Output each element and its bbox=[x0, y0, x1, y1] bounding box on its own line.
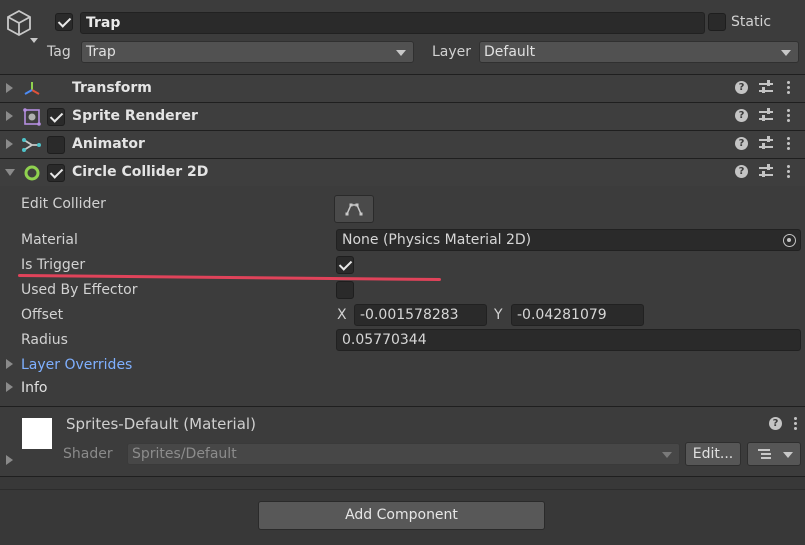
presets-icon[interactable] bbox=[759, 108, 773, 124]
component-header-transform[interactable]: Transform ? bbox=[0, 74, 805, 102]
sprite-renderer-enabled-checkbox[interactable] bbox=[47, 108, 65, 126]
help-icon[interactable]: ? bbox=[735, 137, 748, 150]
offset-x-field[interactable]: -0.001578283 bbox=[354, 304, 487, 326]
add-component-button[interactable]: Add Component bbox=[258, 501, 545, 530]
foldout-arrow-icon[interactable] bbox=[6, 359, 13, 369]
offset-label: Offset bbox=[21, 307, 64, 323]
presets-icon[interactable] bbox=[759, 164, 773, 180]
is-trigger-checkbox[interactable] bbox=[336, 256, 354, 274]
circle-collider-enabled-checkbox[interactable] bbox=[47, 164, 65, 182]
info-foldout[interactable]: Info bbox=[0, 378, 300, 398]
object-picker-icon[interactable] bbox=[783, 234, 796, 247]
animator-icon bbox=[22, 135, 42, 155]
material-name: Sprites-Default (Material) bbox=[66, 415, 256, 433]
presets-icon[interactable] bbox=[759, 136, 773, 152]
info-label: Info bbox=[21, 380, 48, 396]
help-icon[interactable]: ? bbox=[735, 109, 748, 122]
tag-value: Trap bbox=[86, 44, 116, 60]
divider bbox=[0, 489, 805, 490]
layer-value: Default bbox=[484, 44, 536, 60]
component-title: Circle Collider 2D bbox=[72, 164, 209, 180]
gameobject-icon-dropdown-arrow[interactable] bbox=[30, 38, 38, 43]
help-icon[interactable]: ? bbox=[735, 81, 748, 94]
component-title: Sprite Renderer bbox=[72, 108, 198, 124]
edit-collider-label: Edit Collider bbox=[21, 196, 106, 212]
shader-options-dropdown[interactable] bbox=[747, 442, 801, 466]
material-help-icon[interactable]: ? bbox=[769, 417, 782, 430]
annotation-underline bbox=[17, 274, 441, 282]
offset-x-label: X bbox=[337, 307, 347, 323]
shader-label: Shader bbox=[63, 446, 113, 462]
material-object-field[interactable]: None (Physics Material 2D) bbox=[336, 229, 801, 251]
edit-shape-icon bbox=[345, 203, 363, 216]
component-header-circle-collider-2d[interactable]: Circle Collider 2D ? bbox=[0, 158, 805, 186]
tag-dropdown[interactable]: Trap bbox=[81, 41, 414, 63]
circle-collider-icon bbox=[22, 163, 42, 183]
static-checkbox[interactable] bbox=[708, 13, 726, 31]
foldout-arrow-icon[interactable] bbox=[6, 382, 13, 392]
material-value: None (Physics Material 2D) bbox=[342, 232, 532, 248]
more-options-icon[interactable] bbox=[787, 137, 790, 151]
offset-y-label: Y bbox=[494, 307, 503, 323]
offset-y-field[interactable]: -0.04281079 bbox=[511, 304, 644, 326]
more-options-icon[interactable] bbox=[787, 165, 790, 179]
component-header-sprite-renderer[interactable]: Sprite Renderer ? bbox=[0, 102, 805, 130]
help-icon[interactable]: ? bbox=[735, 165, 748, 178]
component-header-animator[interactable]: Animator ? bbox=[0, 130, 805, 158]
chevron-down-icon bbox=[783, 452, 793, 458]
sprite-renderer-icon bbox=[22, 107, 42, 127]
transform-axes-icon bbox=[22, 79, 42, 99]
more-options-icon[interactable] bbox=[787, 81, 790, 95]
foldout-arrow-icon[interactable] bbox=[6, 83, 13, 93]
material-label: Material bbox=[21, 232, 78, 248]
used-by-effector-label: Used By Effector bbox=[21, 282, 138, 298]
more-options-icon[interactable] bbox=[787, 109, 790, 123]
tag-label: Tag bbox=[47, 44, 71, 60]
used-by-effector-checkbox[interactable] bbox=[336, 281, 354, 299]
chevron-down-icon bbox=[662, 452, 672, 458]
radius-field[interactable]: 0.05770344 bbox=[336, 329, 801, 351]
foldout-arrow-icon[interactable] bbox=[6, 111, 13, 121]
gameobject-name-field[interactable]: Trap bbox=[80, 12, 705, 34]
static-label: Static bbox=[731, 14, 772, 30]
radius-label: Radius bbox=[21, 332, 68, 348]
presets-icon[interactable] bbox=[759, 80, 773, 96]
animator-enabled-checkbox[interactable] bbox=[47, 136, 65, 154]
list-icon bbox=[758, 449, 772, 460]
shader-edit-button[interactable]: Edit... bbox=[685, 442, 741, 466]
gameobject-active-checkbox[interactable] bbox=[55, 13, 73, 31]
component-title: Transform bbox=[72, 80, 152, 96]
material-foldout-arrow-icon[interactable] bbox=[6, 455, 13, 465]
edit-collider-button[interactable] bbox=[334, 195, 374, 223]
component-title: Animator bbox=[72, 136, 145, 152]
chevron-down-icon bbox=[396, 50, 406, 56]
shader-value: Sprites/Default bbox=[132, 446, 237, 462]
foldout-arrow-expanded-icon[interactable] bbox=[5, 169, 15, 176]
layer-overrides-foldout[interactable]: Layer Overrides bbox=[0, 355, 300, 375]
divider bbox=[0, 406, 805, 407]
material-preview-swatch bbox=[22, 418, 52, 449]
shader-dropdown[interactable]: Sprites/Default bbox=[127, 443, 680, 465]
layer-dropdown[interactable]: Default bbox=[479, 41, 799, 63]
material-more-options-icon[interactable] bbox=[794, 417, 797, 431]
is-trigger-label: Is Trigger bbox=[21, 257, 86, 273]
gameobject-cube-icon bbox=[4, 8, 34, 38]
foldout-arrow-icon[interactable] bbox=[6, 139, 13, 149]
chevron-down-icon bbox=[781, 50, 791, 56]
layer-overrides-label: Layer Overrides bbox=[21, 357, 133, 373]
layer-label: Layer bbox=[432, 44, 472, 60]
